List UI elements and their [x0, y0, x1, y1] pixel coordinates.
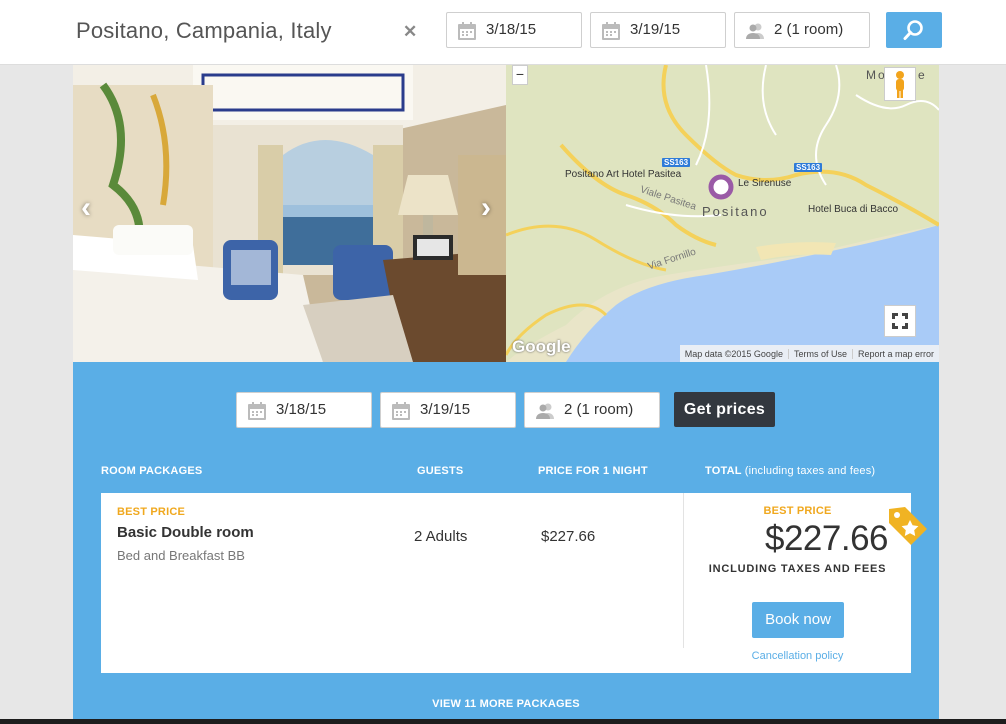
- hotel-card: ‹ › SS163 SS163 Positano Art Hotel Pasit…: [73, 65, 939, 724]
- zoom-out-button[interactable]: −: [512, 65, 528, 85]
- price-per-night: $227.66: [541, 528, 596, 545]
- header-total-label: TOTAL: [705, 465, 742, 477]
- chevron-left-icon[interactable]: ‹: [81, 191, 91, 225]
- guests-value: 2 (1 room): [564, 401, 634, 418]
- room-photo: ‹ ›: [73, 65, 506, 362]
- total-price: $227.66: [765, 519, 889, 558]
- fullscreen-button[interactable]: [884, 305, 916, 337]
- checkin-field[interactable]: 3/18/15: [446, 12, 582, 48]
- chevron-right-icon[interactable]: ›: [481, 191, 491, 225]
- guests-field[interactable]: 2 (1 room): [524, 392, 660, 428]
- calendar-icon: [392, 402, 410, 420]
- road-tag: SS163: [662, 158, 691, 167]
- header-price-per-night: PRICE FOR 1 NIGHT: [538, 465, 648, 477]
- map-footer: Map data ©2015 Google Terms of Use Repor…: [679, 345, 939, 362]
- guests-count: 2 Adults: [414, 528, 468, 545]
- map-label: Positano Art Hotel Pasitea: [565, 169, 682, 180]
- destination-input[interactable]: Positano, Campania, Italy: [76, 18, 332, 44]
- terms-link[interactable]: Terms of Use: [787, 348, 852, 359]
- book-now-button[interactable]: Book now: [752, 602, 844, 638]
- guests-value: 2 (1 room): [774, 21, 844, 38]
- calendar-icon: [248, 402, 266, 420]
- bottom-bar: [0, 719, 1006, 724]
- search-header: Positano, Campania, Italy ✕ 3/18/15 3/19…: [0, 0, 1006, 65]
- calendar-icon: [458, 22, 476, 40]
- price-tag-icon: [889, 507, 927, 545]
- map-data-text: Map data ©2015 Google: [684, 348, 783, 359]
- best-price-badge: BEST PRICE: [763, 505, 832, 517]
- checkout-value: 3/19/15: [630, 21, 681, 38]
- header-total-note: (including taxes and fees): [744, 465, 876, 477]
- search-icon: [903, 20, 923, 40]
- street-view-pegman[interactable]: [884, 67, 916, 101]
- map-label: Le Sirenuse: [738, 178, 792, 189]
- checkout-value: 3/19/15: [420, 401, 471, 418]
- pegman-icon: [896, 71, 904, 98]
- view-more-packages-link[interactable]: VIEW 11 MORE PACKAGES: [73, 698, 939, 710]
- google-logo: Google: [512, 337, 571, 356]
- checkout-field[interactable]: 3/19/15: [380, 392, 516, 428]
- calendar-icon: [602, 22, 620, 40]
- checkout-field[interactable]: 3/19/15: [590, 12, 726, 48]
- map-label: Hotel Buca di Bacco: [808, 204, 899, 215]
- header-guests: GUESTS: [417, 465, 464, 477]
- room-board: Bed and Breakfast BB: [117, 548, 245, 563]
- checkin-field[interactable]: 3/18/15: [236, 392, 372, 428]
- report-map-error-link[interactable]: Report a map error: [851, 348, 939, 359]
- guests-field[interactable]: 2 (1 room): [734, 12, 870, 48]
- package-row: BEST PRICE Basic Double room Bed and Bre…: [101, 493, 927, 673]
- search-button[interactable]: [886, 12, 942, 48]
- cancellation-policy-link[interactable]: Cancellation policy: [706, 650, 889, 662]
- best-price-badge: BEST PRICE: [117, 506, 186, 518]
- total-note: INCLUDING TAXES AND FEES: [708, 563, 887, 575]
- checkin-value: 3/18/15: [276, 401, 327, 418]
- road-tag: SS163: [794, 163, 823, 172]
- map-label: Positano: [702, 204, 769, 219]
- checkin-value: 3/18/15: [486, 21, 537, 38]
- room-name: Basic Double room: [117, 524, 254, 541]
- close-icon[interactable]: ✕: [403, 22, 417, 42]
- location-map[interactable]: SS163 SS163 Positano Art Hotel Pasitea L…: [506, 65, 939, 362]
- column-divider: [683, 493, 684, 648]
- header-room-packages: ROOM PACKAGES: [101, 465, 203, 477]
- guests-icon: [746, 23, 764, 39]
- get-prices-button[interactable]: Get prices: [674, 392, 775, 427]
- fullscreen-icon: [892, 313, 908, 329]
- guests-icon: [536, 403, 554, 419]
- header-total: TOTAL (including taxes and fees): [705, 465, 875, 477]
- room-photo-image: [73, 65, 506, 362]
